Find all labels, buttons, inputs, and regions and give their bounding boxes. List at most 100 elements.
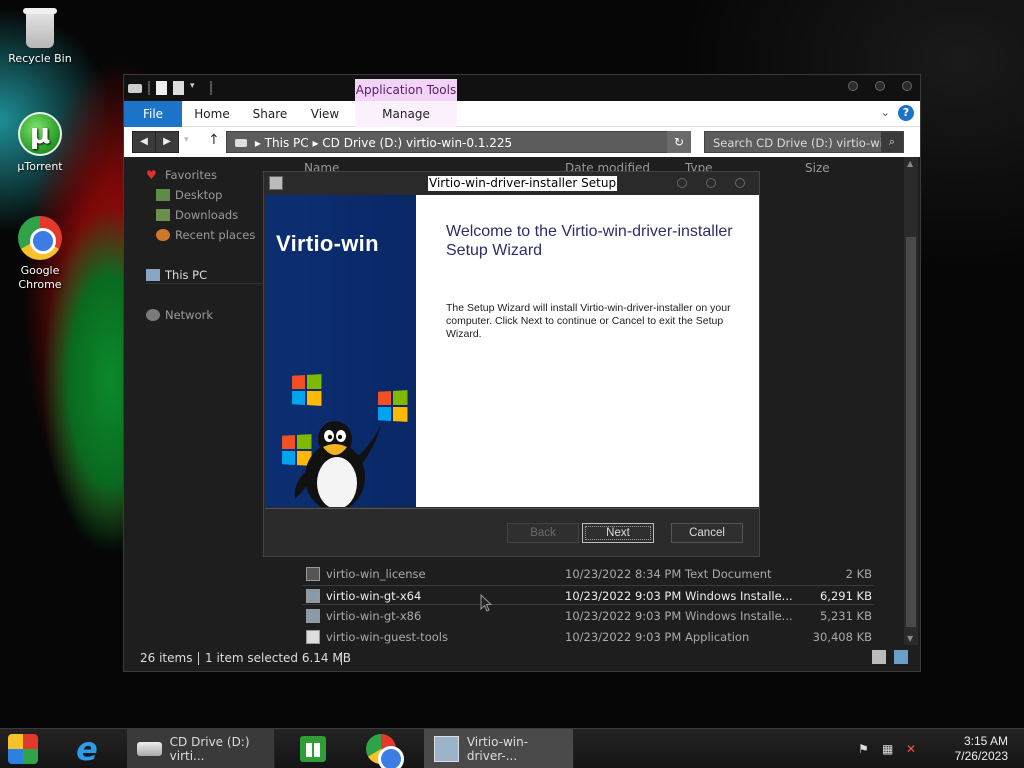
desktop-icon-recycle-bin[interactable]: Recycle Bin <box>0 8 80 66</box>
tab-manage[interactable]: Manage <box>355 101 457 127</box>
nav-item-downloads[interactable]: Downloads <box>156 206 238 224</box>
details-view-icon[interactable] <box>872 650 886 664</box>
nav-item-recent-places[interactable]: Recent places <box>156 226 255 244</box>
large-icons-view-icon[interactable] <box>894 650 908 664</box>
desktop-icon-label: µTorrent <box>17 160 63 173</box>
nav-item-this-pc[interactable]: This PC <box>146 266 266 284</box>
file-row-selected[interactable]: virtio-win-gt-x64 10/23/2022 9:03 PM Win… <box>302 585 874 605</box>
network-status-icon[interactable]: ▦ <box>882 742 896 756</box>
recycle-bin-icon <box>23 8 57 48</box>
chrome-icon <box>18 216 62 260</box>
scroll-thumb[interactable] <box>906 237 916 627</box>
taskbar-setup-window[interactable]: Virtio-win-driver-... <box>424 729 574 768</box>
file-row[interactable]: virtio-win-guest-tools 10/23/2022 9:03 P… <box>302 627 874 647</box>
column-header-size[interactable]: Size <box>805 161 830 175</box>
file-row[interactable]: virtio-win_license 10/23/2022 8:34 PM Te… <box>302 564 874 584</box>
drive-icon[interactable] <box>128 84 142 93</box>
drive-icon <box>235 139 247 147</box>
maximize-button[interactable] <box>706 178 716 188</box>
clock[interactable]: 3:15 AM 7/26/2023 <box>955 734 1008 764</box>
system-tray: ⚑ ▦ ✕ 3:15 AM 7/26/2023 <box>854 729 1024 768</box>
tab-share[interactable]: Share <box>246 101 294 127</box>
forward-arrow-icon[interactable]: ▶ <box>155 131 179 153</box>
breadcrumb-separator-icon[interactable]: ▸ <box>312 136 322 150</box>
refresh-icon[interactable]: ↻ <box>667 131 691 153</box>
desktop-icon-google-chrome[interactable]: Google Chrome <box>0 216 80 292</box>
new-folder-icon[interactable] <box>173 81 184 95</box>
minimize-button[interactable] <box>848 81 858 91</box>
desktop-icon-utorrent[interactable]: µ µTorrent <box>0 112 80 174</box>
scroll-down-icon[interactable]: ▼ <box>907 634 913 643</box>
nav-item-favorites[interactable]: ♥ Favorites <box>146 166 217 184</box>
setup-title: Virtio-win-driver-installer Setup <box>428 176 618 191</box>
nav-item-desktop[interactable]: Desktop <box>156 186 222 204</box>
taskbar-internet-explorer[interactable]: e <box>72 729 112 768</box>
vertical-scrollbar[interactable]: ▲ ▼ <box>904 157 918 645</box>
file-type: Text Document <box>685 567 772 581</box>
tab-file[interactable]: File <box>124 101 182 127</box>
search-placeholder: Search CD Drive (D:) virtio-wi... <box>713 136 894 150</box>
status-divider <box>341 652 342 665</box>
taskbar-label: Virtio-win-driver-... <box>466 735 529 763</box>
file-type: Windows Installe... <box>685 609 793 623</box>
help-icon[interactable]: ? <box>898 105 914 121</box>
start-button[interactable] <box>8 729 48 768</box>
file-row[interactable]: virtio-win-gt-x86 10/23/2022 9:03 PM Win… <box>302 606 874 626</box>
file-size: 5,231 KB <box>819 609 872 623</box>
tab-home[interactable]: Home <box>188 101 236 127</box>
taskbar-label: CD Drive (D:) virti... <box>169 735 250 763</box>
nav-label: Recent places <box>175 228 256 242</box>
flag-icon[interactable]: ⚑ <box>858 742 872 756</box>
up-arrow-icon[interactable]: ↑ <box>208 132 220 148</box>
close-button[interactable] <box>902 81 912 91</box>
volume-muted-icon[interactable]: ✕ <box>906 742 920 756</box>
taskbar-explorer-window[interactable]: CD Drive (D:) virti... <box>127 729 275 768</box>
breadcrumb-separator-icon[interactable]: ▸ <box>255 136 265 150</box>
installer-icon <box>269 176 283 190</box>
desktop-icon-label: Google Chrome <box>18 264 62 291</box>
taskbar-chrome[interactable] <box>366 729 406 768</box>
desktop-icon-label: Recycle Bin <box>8 52 72 65</box>
search-icon[interactable]: ⌕ <box>881 132 903 152</box>
file-name: virtio-win-gt-x64 <box>326 589 422 603</box>
back-arrow-icon[interactable]: ◀ <box>132 131 156 153</box>
breadcrumb-this-pc[interactable]: This PC <box>265 136 309 150</box>
nav-label: Desktop <box>175 188 223 202</box>
utorrent-icon: µ <box>18 112 62 156</box>
separator-icon <box>210 81 212 95</box>
internet-explorer-icon: e <box>76 730 98 768</box>
file-type: Windows Installe... <box>685 589 793 603</box>
back-button[interactable]: Back <box>507 523 579 543</box>
nav-label: This PC <box>165 267 208 282</box>
welcome-body: The Setup Wizard will install Virtio-win… <box>446 302 731 340</box>
maximize-button[interactable] <box>875 81 885 91</box>
window-controls <box>848 81 912 91</box>
tab-view[interactable]: View <box>302 101 348 127</box>
properties-icon[interactable] <box>156 81 167 95</box>
close-button[interactable] <box>735 178 745 188</box>
taskbar-store[interactable] <box>300 729 340 768</box>
next-button[interactable]: Next <box>582 523 654 543</box>
recent-places-icon <box>156 229 170 241</box>
quick-access-toolbar: ▾ <box>128 81 212 95</box>
chevron-down-icon[interactable]: ⌄ <box>881 106 890 119</box>
setup-dialog: Virtio-win-driver-installer Setup Virtio… <box>263 171 760 557</box>
search-input[interactable]: Search CD Drive (D:) virtio-wi... ⌕ <box>704 131 904 153</box>
file-size: 30,408 KB <box>812 630 872 644</box>
recent-locations-icon[interactable]: ▾ <box>184 135 189 145</box>
breadcrumb-drive[interactable]: CD Drive (D:) virtio-win-0.1.225 <box>322 136 512 150</box>
file-date: 10/23/2022 9:03 PM <box>565 630 682 644</box>
file-date: 10/23/2022 9:03 PM <box>565 609 682 623</box>
chevron-down-icon[interactable]: ▾ <box>190 81 204 95</box>
file-date: 10/23/2022 8:34 PM <box>565 567 682 581</box>
scroll-up-icon[interactable]: ▲ <box>907 159 913 168</box>
clock-date: 7/26/2023 <box>954 749 1008 763</box>
setup-banner: Virtio-win <box>265 195 416 507</box>
cancel-button[interactable]: Cancel <box>671 523 743 543</box>
address-bar[interactable]: ▸ This PC ▸ CD Drive (D:) virtio-win-0.1… <box>226 131 691 153</box>
nav-label: Network <box>165 308 214 322</box>
window-controls <box>677 178 745 188</box>
file-name: virtio-win_license <box>326 567 426 581</box>
minimize-button[interactable] <box>677 178 687 188</box>
nav-item-network[interactable]: Network <box>146 306 213 324</box>
